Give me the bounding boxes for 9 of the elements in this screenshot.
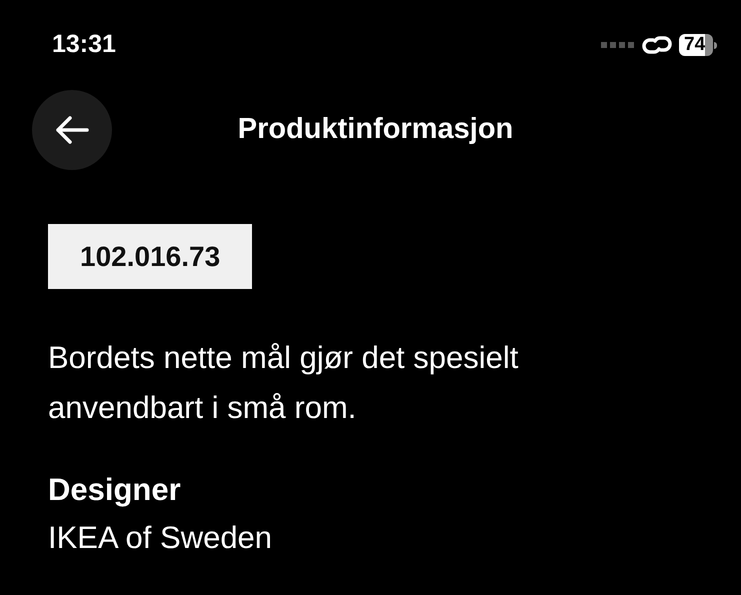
back-arrow-icon bbox=[55, 115, 89, 145]
status-time: 13:31 bbox=[52, 29, 116, 60]
designer-name: IKEA of Sweden bbox=[48, 519, 274, 557]
designer-label: Designer bbox=[48, 471, 182, 509]
link-icon bbox=[641, 34, 673, 56]
signal-icon bbox=[601, 41, 635, 49]
page-title: Produktinformasjon bbox=[238, 112, 514, 148]
product-description: Bordets nette mål gjør det spesielt anvendbart i små rom. bbox=[48, 339, 520, 427]
article-number: 102.016.73 bbox=[48, 224, 252, 289]
